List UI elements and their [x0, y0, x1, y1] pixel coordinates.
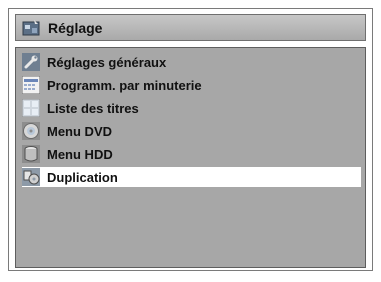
menu-header: Réglage [15, 14, 366, 41]
menu-item-timer-programming[interactable]: Programm. par minuterie [22, 75, 361, 95]
menu-item-label: Menu HDD [47, 146, 113, 162]
menu-item-duplication[interactable]: Duplication [22, 167, 361, 187]
menu-panel: Réglages généraux Programm. par minuteri… [15, 47, 366, 268]
menu-item-label: Menu DVD [47, 123, 112, 139]
title-list-icon [22, 99, 40, 117]
menu-item-label: Réglages généraux [47, 54, 167, 70]
timer-program-icon [22, 76, 40, 94]
hdd-icon [22, 145, 40, 163]
duplication-icon [22, 168, 40, 186]
menu-item-label: Liste des titres [47, 100, 139, 116]
menu-item-hdd-menu[interactable]: Menu HDD [22, 144, 361, 164]
menu-item-title-list[interactable]: Liste des titres [22, 98, 361, 118]
disc-icon [22, 122, 40, 140]
menu-item-general-settings[interactable]: Réglages généraux [22, 52, 361, 72]
setup-icon [22, 19, 40, 35]
page-title: Réglage [48, 19, 103, 36]
menu-item-dvd-menu[interactable]: Menu DVD [22, 121, 361, 141]
wrench-icon [22, 53, 40, 71]
menu-item-label: Duplication [47, 169, 118, 185]
menu-item-label: Programm. par minuterie [47, 77, 202, 93]
